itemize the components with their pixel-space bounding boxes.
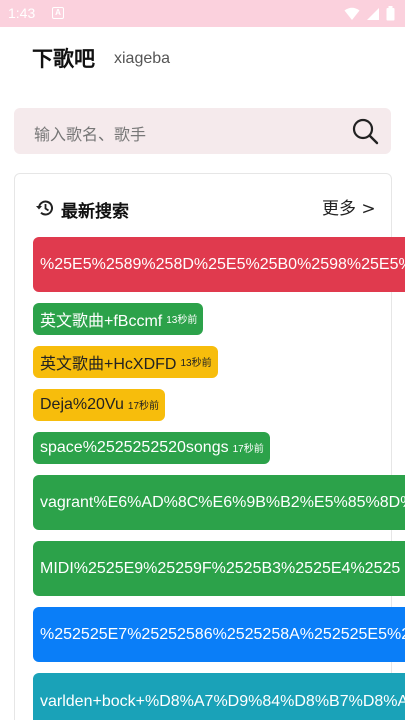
search-icon[interactable] bbox=[351, 117, 379, 145]
search-tag-text: %25E5%2589%258D%25E5%25B0%2598%25E5%25 bbox=[40, 255, 405, 273]
search-tag-text: space%2525252520songs bbox=[40, 439, 229, 456]
app-header: 下歌吧 xiageba bbox=[0, 27, 405, 95]
search-tag-time: 13秒前 bbox=[166, 314, 198, 326]
search-tag-text: MIDI%2525E9%25259F%2525B3%2525E4%2525 bbox=[40, 559, 401, 577]
search-tag-text: vagrant%E6%AD%8C%E6%9B%B2%E5%85%8D%E8 bbox=[40, 493, 405, 511]
search-tag[interactable]: %252525E7%25252586%2525258A%252525E5%25 bbox=[33, 607, 405, 662]
status-bar: 1:43 A bbox=[0, 0, 405, 27]
wifi-icon bbox=[344, 7, 360, 20]
search-tag-text: 英文歌曲+fBccmf bbox=[40, 313, 163, 330]
recent-search-title: 最新搜索 bbox=[61, 202, 129, 222]
search-tag[interactable]: 英文歌曲+HcXDFD 13秒前 bbox=[33, 346, 218, 378]
battery-icon bbox=[386, 6, 395, 21]
search-tag[interactable]: %25E5%2589%258D%25E5%25B0%2598%25E5%25 bbox=[33, 237, 405, 292]
search-tag[interactable]: Deja%20Vu 17秒前 bbox=[33, 389, 166, 421]
search-tag-text: Deja%20Vu bbox=[40, 396, 124, 413]
search-tag-text: varlden+bock+%D8%A7%D9%84%D8%B7%D8%A7 bbox=[40, 693, 405, 710]
search-tag-time: 17秒前 bbox=[127, 400, 160, 412]
history-icon bbox=[36, 200, 53, 216]
search-tag-time: 13秒前 bbox=[180, 357, 212, 369]
app-subtitle: xiageba bbox=[114, 50, 171, 67]
search-bar[interactable]: 输入歌名、歌手 bbox=[14, 108, 391, 154]
search-tag-text: 英文歌曲+HcXDFD bbox=[40, 356, 177, 373]
app-title: 下歌吧 bbox=[32, 47, 95, 71]
status-icons bbox=[344, 6, 395, 21]
search-tag-time: 17秒前 bbox=[232, 443, 264, 455]
search-tag[interactable]: space%2525252520songs 17秒前 bbox=[33, 432, 270, 464]
more-link[interactable]: 更多 > bbox=[322, 194, 376, 219]
notification-icon: A bbox=[52, 7, 64, 19]
search-tag[interactable]: 英文歌曲+fBccmf 13秒前 bbox=[33, 303, 204, 335]
signal-icon bbox=[367, 7, 379, 20]
search-tag[interactable]: varlden+bock+%D8%A7%D9%84%D8%B7%D8%A7 bbox=[33, 673, 405, 720]
search-input[interactable]: 输入歌名、歌手 bbox=[34, 121, 146, 145]
search-tag[interactable]: MIDI%2525E9%25259F%2525B3%2525E4%2525 bbox=[33, 541, 405, 596]
status-time: 1:43 bbox=[8, 5, 36, 21]
search-tag-text: %252525E7%25252586%2525258A%252525E5%25 bbox=[40, 625, 405, 643]
search-tag[interactable]: vagrant%E6%AD%8C%E6%9B%B2%E5%85%8D%E8 bbox=[33, 475, 405, 530]
